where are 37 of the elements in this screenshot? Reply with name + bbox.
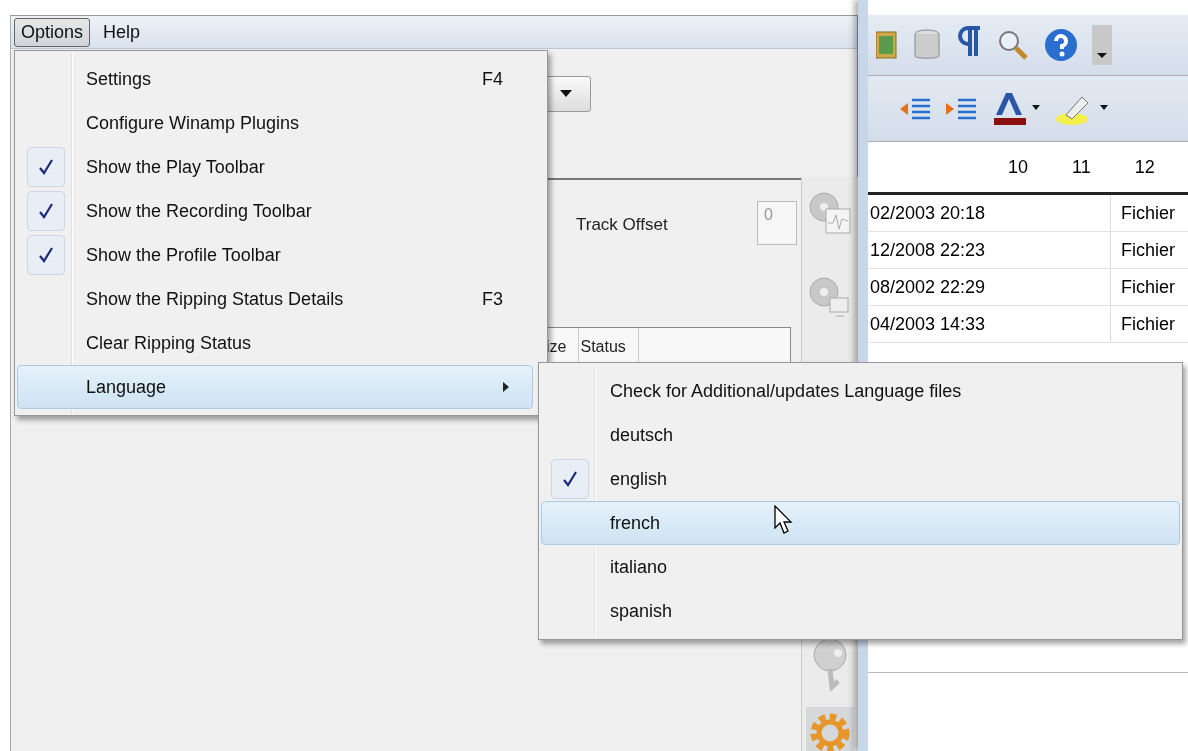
menu-item[interactable]: Show the Profile Toolbar <box>17 233 533 277</box>
menu-item[interactable]: Check for Additional/updates Language files <box>541 369 1180 413</box>
type-cell-text: Fichier <box>1120 239 1175 261</box>
mouse-cursor-icon <box>774 505 794 535</box>
search-icon[interactable] <box>996 28 1030 62</box>
date-cell: 12/2008 22:23 <box>868 232 1111 268</box>
menu-item[interactable]: Language <box>17 365 533 409</box>
date-cell: 08/2002 22:29 <box>868 269 1111 305</box>
picture-icon[interactable] <box>876 28 898 62</box>
dropdown-caret-icon[interactable] <box>1092 25 1112 65</box>
menu-item[interactable]: italiano <box>541 545 1180 589</box>
dropdown-caret-icon <box>560 90 572 98</box>
help-icon[interactable] <box>1044 28 1078 62</box>
menu-bar-item[interactable]: Help <box>96 17 148 47</box>
menu-item[interactable]: Clear Ripping Status <box>17 321 533 365</box>
database-icon[interactable] <box>912 28 942 62</box>
type-cell-text: Fichier <box>1120 276 1175 298</box>
menu-item[interactable]: Configure Winamp Plugins <box>17 101 533 145</box>
ruler-number: 12 <box>1134 156 1155 178</box>
menu-item[interactable]: Show the Play Toolbar <box>17 145 533 189</box>
shortcut-label: F4 <box>482 68 503 89</box>
menu-item[interactable]: french <box>541 501 1180 545</box>
type-cell-text: Fichier <box>1120 313 1175 335</box>
menu-item[interactable]: english <box>541 457 1180 501</box>
menu-item[interactable]: Settings F4 <box>17 57 533 101</box>
menu-item[interactable]: Show the Recording Toolbar <box>17 189 533 233</box>
menu-item[interactable]: spanish <box>541 589 1180 633</box>
date-cell: 02/2003 20:18 <box>868 195 1111 231</box>
menu-item[interactable]: Show the Ripping Status Details F3 <box>17 277 533 321</box>
menu-bar-item[interactable]: Options <box>14 17 91 47</box>
shortcut-label: F3 <box>482 288 503 309</box>
type-cell-text: Fichier <box>1120 202 1175 224</box>
ruler-number: 10 <box>1008 156 1029 178</box>
menu-item[interactable]: deutsch <box>541 413 1180 457</box>
track-offset-label: Track Offset <box>576 215 668 235</box>
date-cell: 04/2003 14:33 <box>868 306 1111 342</box>
ruler-number: 11 <box>1072 156 1091 178</box>
